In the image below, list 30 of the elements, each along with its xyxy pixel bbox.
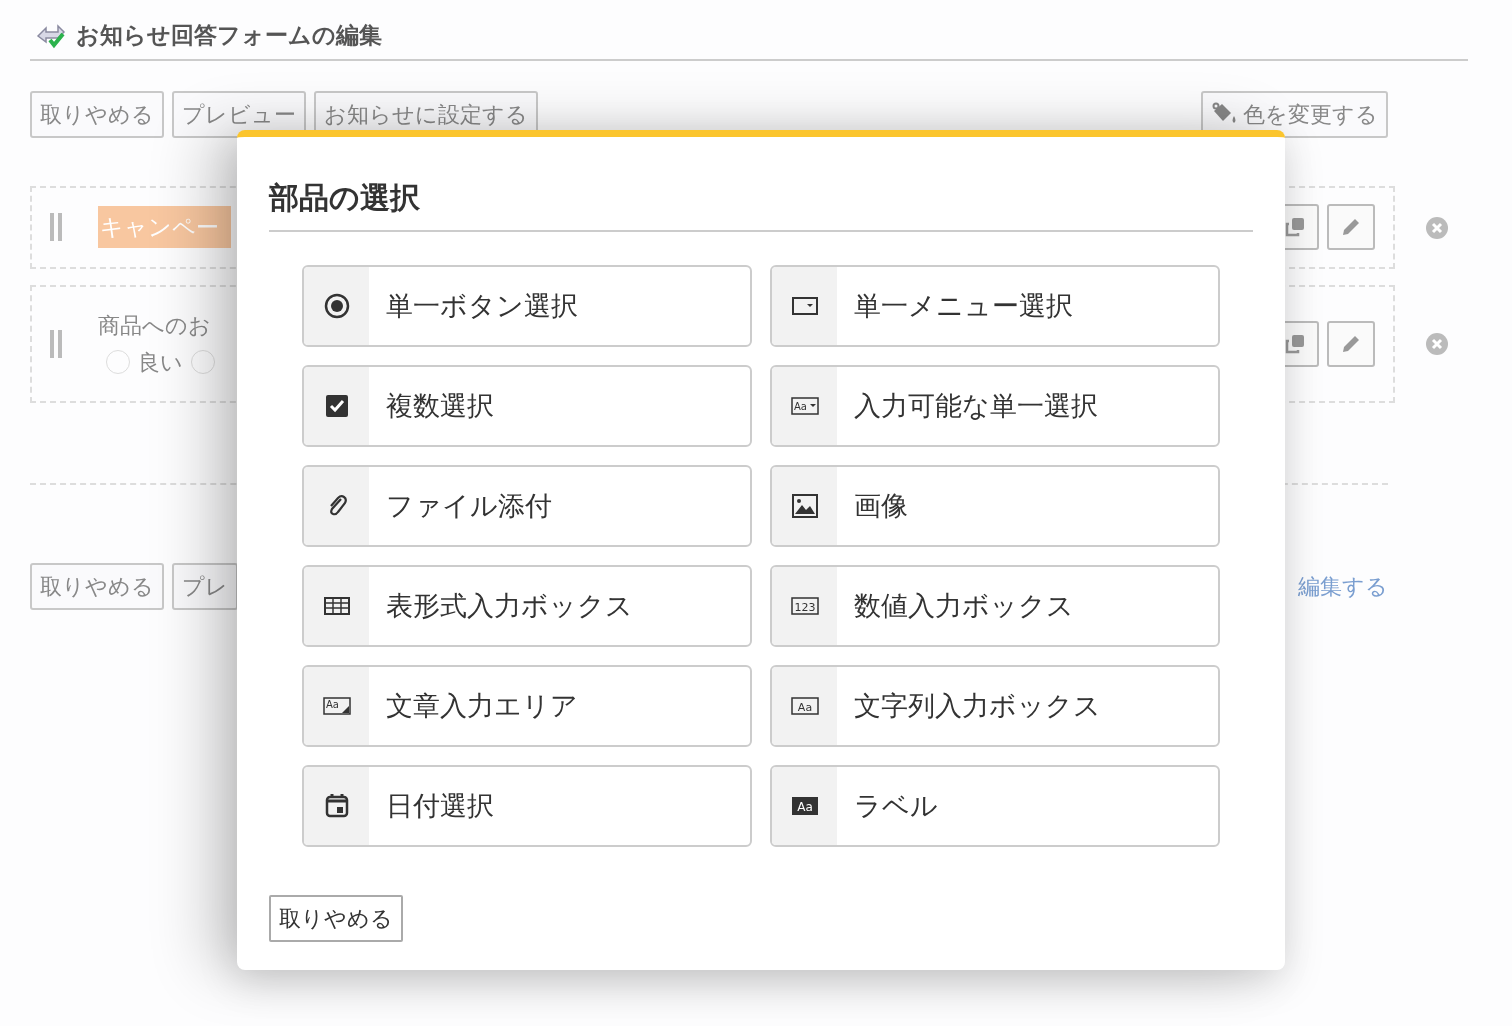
- part-option[interactable]: 単一メニュー選択: [770, 265, 1220, 347]
- part-option[interactable]: ファイル添付: [302, 465, 752, 547]
- pencil-icon: [1340, 216, 1362, 238]
- delete-icon[interactable]: [1425, 331, 1449, 356]
- cancel-button[interactable]: 取りやめる: [269, 895, 403, 942]
- part-option[interactable]: 単一ボタン選択: [302, 265, 752, 347]
- drag-handle[interactable]: [50, 213, 62, 241]
- edit-button[interactable]: [1327, 204, 1375, 250]
- question-text: 商品へのお: [98, 311, 211, 340]
- drag-handle[interactable]: [50, 329, 62, 358]
- image-icon: [790, 492, 819, 520]
- part-option[interactable]: 日付選択: [302, 765, 752, 847]
- part-option[interactable]: 123 数値入力ボックス: [770, 565, 1220, 647]
- part-option[interactable]: Aa 文字列入力ボックス: [770, 665, 1220, 747]
- delete-icon[interactable]: [1425, 215, 1449, 240]
- part-option[interactable]: Aa 文章入力エリア: [302, 665, 752, 747]
- part-option[interactable]: 画像: [770, 465, 1220, 547]
- copy-icon: [1284, 216, 1306, 238]
- copy-icon: [1284, 332, 1306, 355]
- heading-text: キャンペー: [98, 205, 231, 249]
- dialog-title: 部品の選択: [269, 175, 1253, 232]
- part-option[interactable]: 複数選択: [302, 365, 752, 447]
- option-label: 良い: [138, 348, 183, 377]
- color-button[interactable]: 色を変更する: [1201, 90, 1388, 138]
- edit-button[interactable]: [1327, 320, 1375, 367]
- part-option[interactable]: Aa ラベル: [770, 765, 1220, 847]
- radio-icon: [322, 292, 351, 320]
- part-option[interactable]: Aa 入力可能な単一選択: [770, 365, 1220, 447]
- page-title: お知らせ回答フォームの編集: [76, 21, 382, 50]
- part-option[interactable]: 表形式入力ボックス: [302, 565, 752, 647]
